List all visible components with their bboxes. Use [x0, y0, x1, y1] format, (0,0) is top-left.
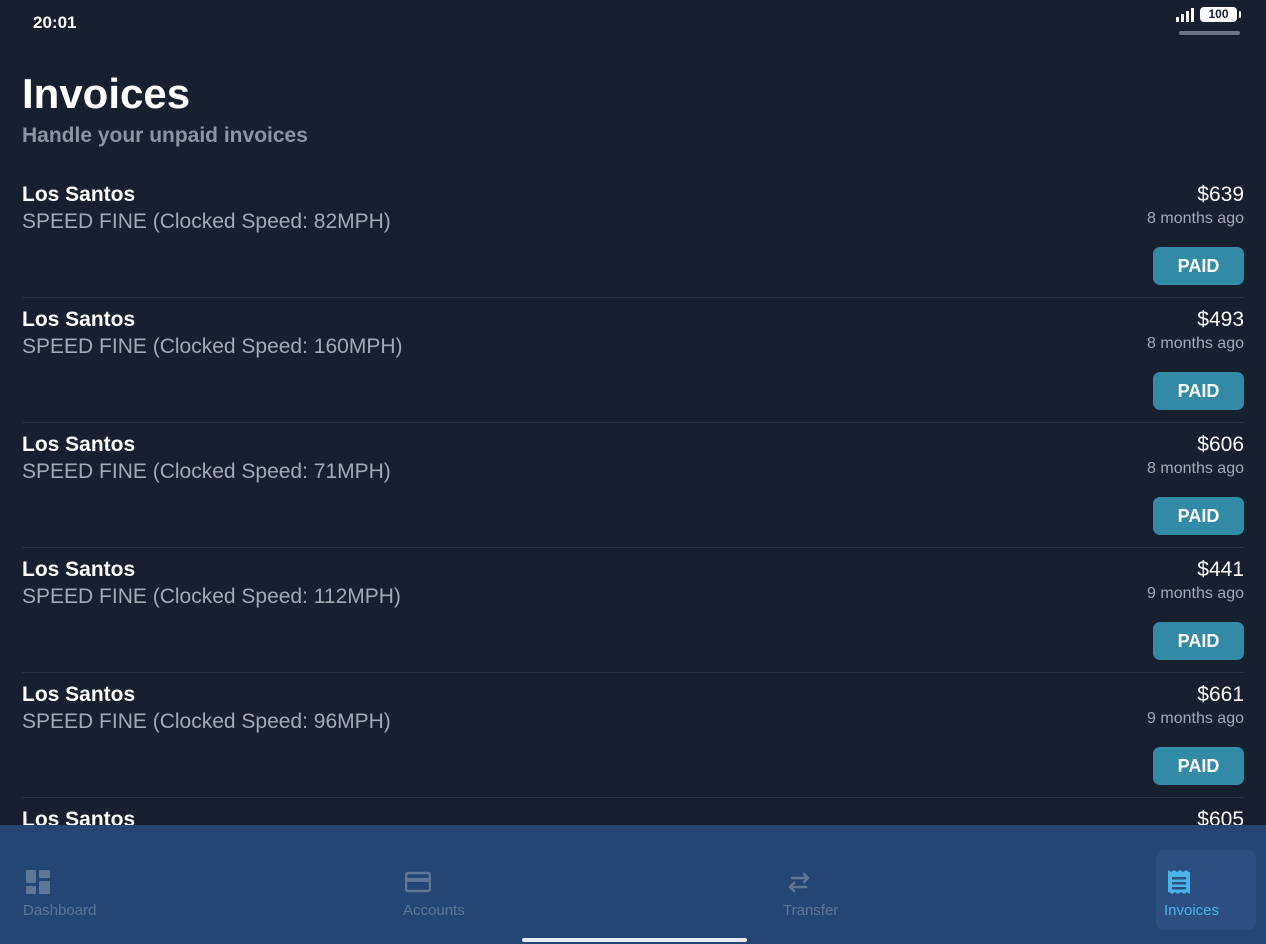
invoice-amount: $639: [1197, 183, 1244, 206]
invoice-amount: $441: [1197, 558, 1244, 581]
invoice-reason: SPEED FINE (Clocked Speed: 82MPH): [22, 210, 391, 233]
paid-button[interactable]: PAID: [1153, 622, 1244, 660]
nav-item-invoices[interactable]: Invoices: [1156, 850, 1256, 930]
paid-button[interactable]: PAID: [1153, 372, 1244, 410]
invoice-location: Los Santos: [22, 433, 136, 456]
nav-label-accounts: Accounts: [403, 902, 465, 919]
invoice-list[interactable]: Los Santos SPEED FINE (Clocked Speed: 82…: [0, 173, 1266, 825]
transfer-arrows-icon: [788, 872, 810, 893]
invoice-reason: SPEED FINE (Clocked Speed: 112MPH): [22, 585, 401, 608]
invoice-row: Los Santos $605: [22, 798, 1244, 825]
invoice-time: 8 months ago: [1147, 210, 1244, 227]
nav-item-transfer[interactable]: Transfer: [760, 850, 860, 930]
invoice-time: 8 months ago: [1147, 460, 1244, 477]
status-time: 20:01: [33, 13, 77, 32]
invoice-row: Los Santos SPEED FINE (Clocked Speed: 11…: [22, 548, 1244, 673]
page-title: Invoices: [22, 70, 191, 117]
receipt-icon: [1168, 870, 1190, 894]
nav-label-invoices: Invoices: [1164, 902, 1220, 919]
paid-button[interactable]: PAID: [1153, 247, 1244, 285]
invoice-time: 9 months ago: [1147, 585, 1244, 602]
invoice-location: Los Santos: [22, 808, 136, 825]
invoice-location: Los Santos: [22, 683, 136, 706]
paid-button[interactable]: PAID: [1153, 497, 1244, 535]
paid-button[interactable]: PAID: [1153, 747, 1244, 785]
invoice-amount: $605: [1197, 808, 1244, 825]
bottom-nav: Dashboard Accounts Transfer Invoices: [0, 825, 1266, 944]
battery-level: 100: [1208, 7, 1229, 21]
invoice-amount: $493: [1197, 308, 1244, 331]
invoice-location: Los Santos: [22, 183, 136, 206]
status-bar: 20:01 100: [0, 0, 1266, 40]
invoice-row: Los Santos SPEED FINE (Clocked Speed: 96…: [22, 673, 1244, 798]
invoice-amount: $661: [1197, 683, 1244, 706]
invoice-time: 8 months ago: [1147, 335, 1244, 352]
invoice-reason: SPEED FINE (Clocked Speed: 71MPH): [22, 460, 391, 483]
credit-card-icon: [405, 871, 431, 893]
home-indicator[interactable]: [522, 938, 747, 942]
invoice-reason: SPEED FINE (Clocked Speed: 96MPH): [22, 710, 391, 733]
nav-item-accounts[interactable]: Accounts: [380, 850, 480, 930]
nav-item-dashboard[interactable]: Dashboard: [0, 850, 100, 930]
battery-icon: 100: [1200, 7, 1241, 23]
invoice-location: Los Santos: [22, 558, 136, 581]
page-subtitle: Handle your unpaid invoices: [22, 124, 308, 147]
top-handle[interactable]: [1179, 31, 1240, 35]
invoice-row: Los Santos SPEED FINE (Clocked Speed: 82…: [22, 173, 1244, 298]
invoice-location: Los Santos: [22, 308, 136, 331]
nav-label-dashboard: Dashboard: [23, 902, 97, 919]
invoice-row: Los Santos SPEED FINE (Clocked Speed: 16…: [22, 298, 1244, 423]
signal-icon: [1176, 8, 1194, 22]
invoice-amount: $606: [1197, 433, 1244, 456]
dashboard-icon: [26, 870, 50, 894]
invoice-reason: SPEED FINE (Clocked Speed: 160MPH): [22, 335, 403, 358]
nav-label-transfer: Transfer: [783, 902, 839, 919]
invoices-app: 20:01 100 Invoices Handle your unpaid in…: [0, 0, 1266, 944]
invoice-time: 9 months ago: [1147, 710, 1244, 727]
invoice-row: Los Santos SPEED FINE (Clocked Speed: 71…: [22, 423, 1244, 548]
